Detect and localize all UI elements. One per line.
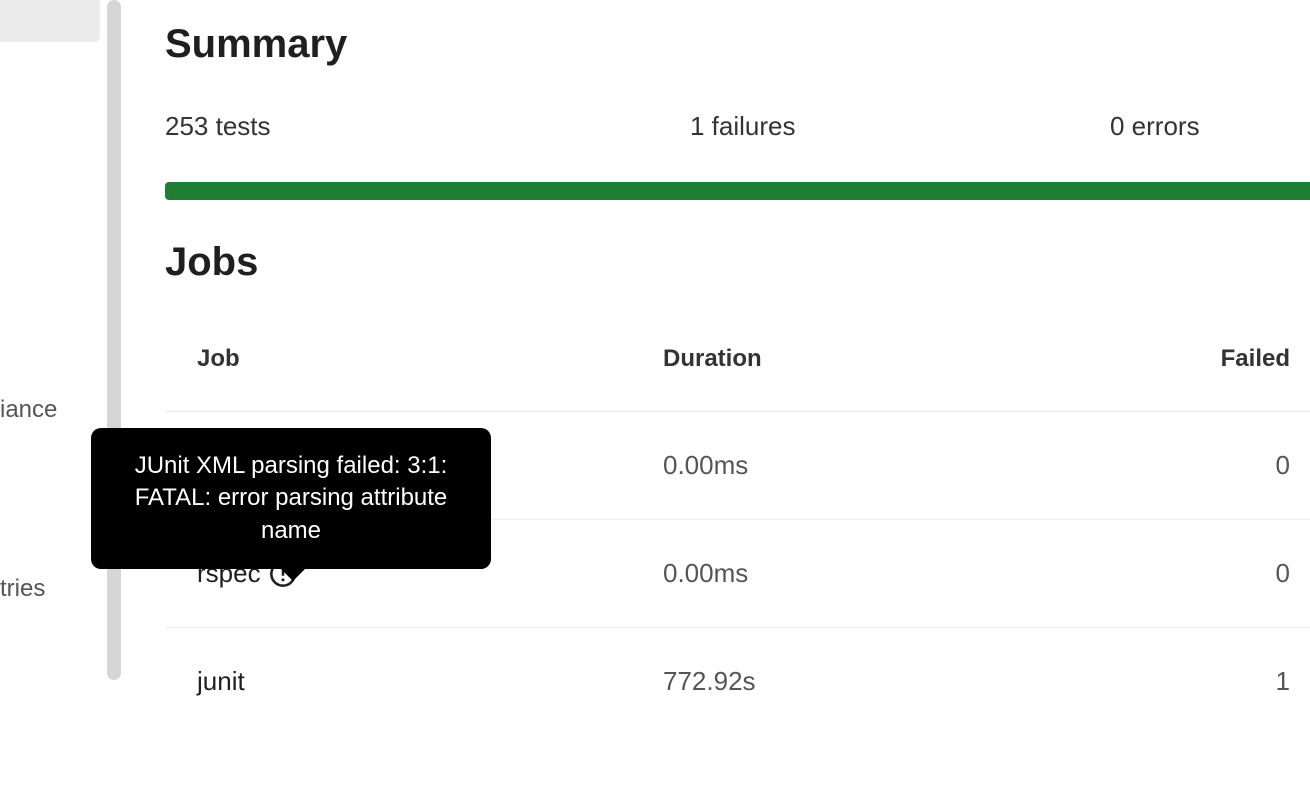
error-tooltip: JUnit XML parsing failed: 3:1: FATAL: er… bbox=[91, 428, 491, 569]
scrollbar[interactable] bbox=[107, 0, 121, 680]
sidebar-item-registries[interactable]: tries bbox=[0, 575, 45, 603]
header-job: Job bbox=[197, 345, 663, 373]
job-failed-cell: 0 bbox=[1153, 450, 1310, 481]
jobs-heading: Jobs bbox=[165, 240, 1310, 285]
header-failed: Failed bbox=[1153, 345, 1310, 373]
job-duration-cell: 772.92s bbox=[663, 666, 1153, 697]
job-failed-cell: 0 bbox=[1153, 558, 1310, 589]
sidebar-item-compliance[interactable]: iance bbox=[0, 396, 57, 424]
test-progress-bar bbox=[165, 182, 1310, 200]
table-row[interactable]: junit 772.92s 1 bbox=[165, 628, 1310, 735]
stat-tests: 253 tests bbox=[165, 111, 690, 142]
job-name: junit bbox=[197, 666, 245, 697]
sidebar: iance tries bbox=[0, 0, 100, 792]
job-duration-cell: 0.00ms bbox=[663, 558, 1153, 589]
main-content: Summary 253 tests 1 failures 0 errors Jo… bbox=[165, 22, 1310, 735]
summary-stats: 253 tests 1 failures 0 errors bbox=[165, 111, 1310, 142]
summary-heading: Summary bbox=[165, 22, 1310, 67]
stat-failures: 1 failures bbox=[690, 111, 1110, 142]
job-duration-cell: 0.00ms bbox=[663, 450, 1153, 481]
stat-errors: 0 errors bbox=[1110, 111, 1200, 142]
job-name-cell: junit bbox=[197, 666, 663, 697]
header-duration: Duration bbox=[663, 345, 1153, 373]
jobs-table-header: Job Duration Failed bbox=[165, 345, 1310, 412]
job-failed-cell: 1 bbox=[1153, 666, 1310, 697]
sidebar-active-block[interactable] bbox=[0, 0, 100, 42]
